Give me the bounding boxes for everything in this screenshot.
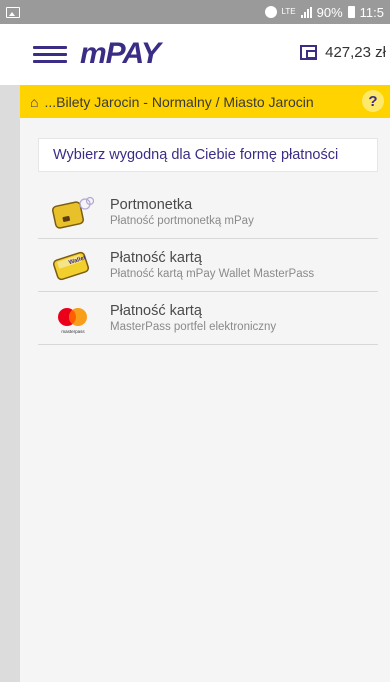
app-bar: mPAY 427,23 zł [0, 24, 390, 85]
help-button[interactable]: ? [362, 90, 384, 112]
breadcrumb-text[interactable]: ...Bilety Jarocin - Normalny / Miasto Ja… [44, 94, 313, 110]
wallet-icon [300, 45, 318, 60]
option-title: Portmonetka [110, 197, 193, 213]
payment-options-list: Portmonetka Płatność portmonetką mPay Wa… [20, 186, 390, 345]
purse-icon [52, 196, 95, 229]
image-notification-icon [6, 6, 20, 18]
masterpass-icon: masterpass [52, 302, 90, 334]
option-subtitle: Płatność kartą mPay Wallet MasterPass [110, 268, 315, 280]
status-bar: LTE 90% 11:5 [0, 0, 390, 24]
payment-option-purse[interactable]: Portmonetka Płatność portmonetką mPay [38, 186, 378, 239]
payment-panel: Wybierz wygodną dla Ciebie formę płatnoś… [20, 118, 390, 682]
home-icon[interactable]: ⌂ [30, 94, 38, 110]
wallet-balance[interactable]: 427,23 zł [300, 44, 386, 61]
option-subtitle: Płatność portmonetką mPay [110, 215, 254, 227]
payment-option-masterpass[interactable]: masterpass Płatność kartą MasterPass por… [38, 292, 378, 345]
payment-method-prompt: Wybierz wygodną dla Ciebie formę płatnoś… [38, 138, 378, 172]
wallet-card-icon: Wallet [52, 249, 90, 281]
battery-icon [347, 6, 355, 18]
masterpass-logo-text: masterpass [61, 329, 85, 334]
alarm-icon [264, 6, 277, 18]
payment-option-mpay-wallet[interactable]: Wallet Płatność kartą Płatność kartą mPa… [38, 239, 378, 292]
menu-icon[interactable] [33, 46, 67, 64]
battery-percent: 90% [316, 4, 343, 20]
option-title: Płatność kartą [110, 250, 202, 266]
balance-amount: 427,23 zł [325, 44, 386, 61]
clock: 11:5 [359, 4, 384, 20]
breadcrumb: ⌂ ...Bilety Jarocin - Normalny / Miasto … [20, 85, 390, 118]
mpay-logo: mPAY [80, 37, 161, 70]
option-title: Płatność kartą [110, 303, 202, 319]
option-subtitle: MasterPass portfel elektroniczny [110, 321, 277, 333]
lte-indicator: LTE [281, 7, 296, 16]
signal-icon [300, 6, 312, 18]
